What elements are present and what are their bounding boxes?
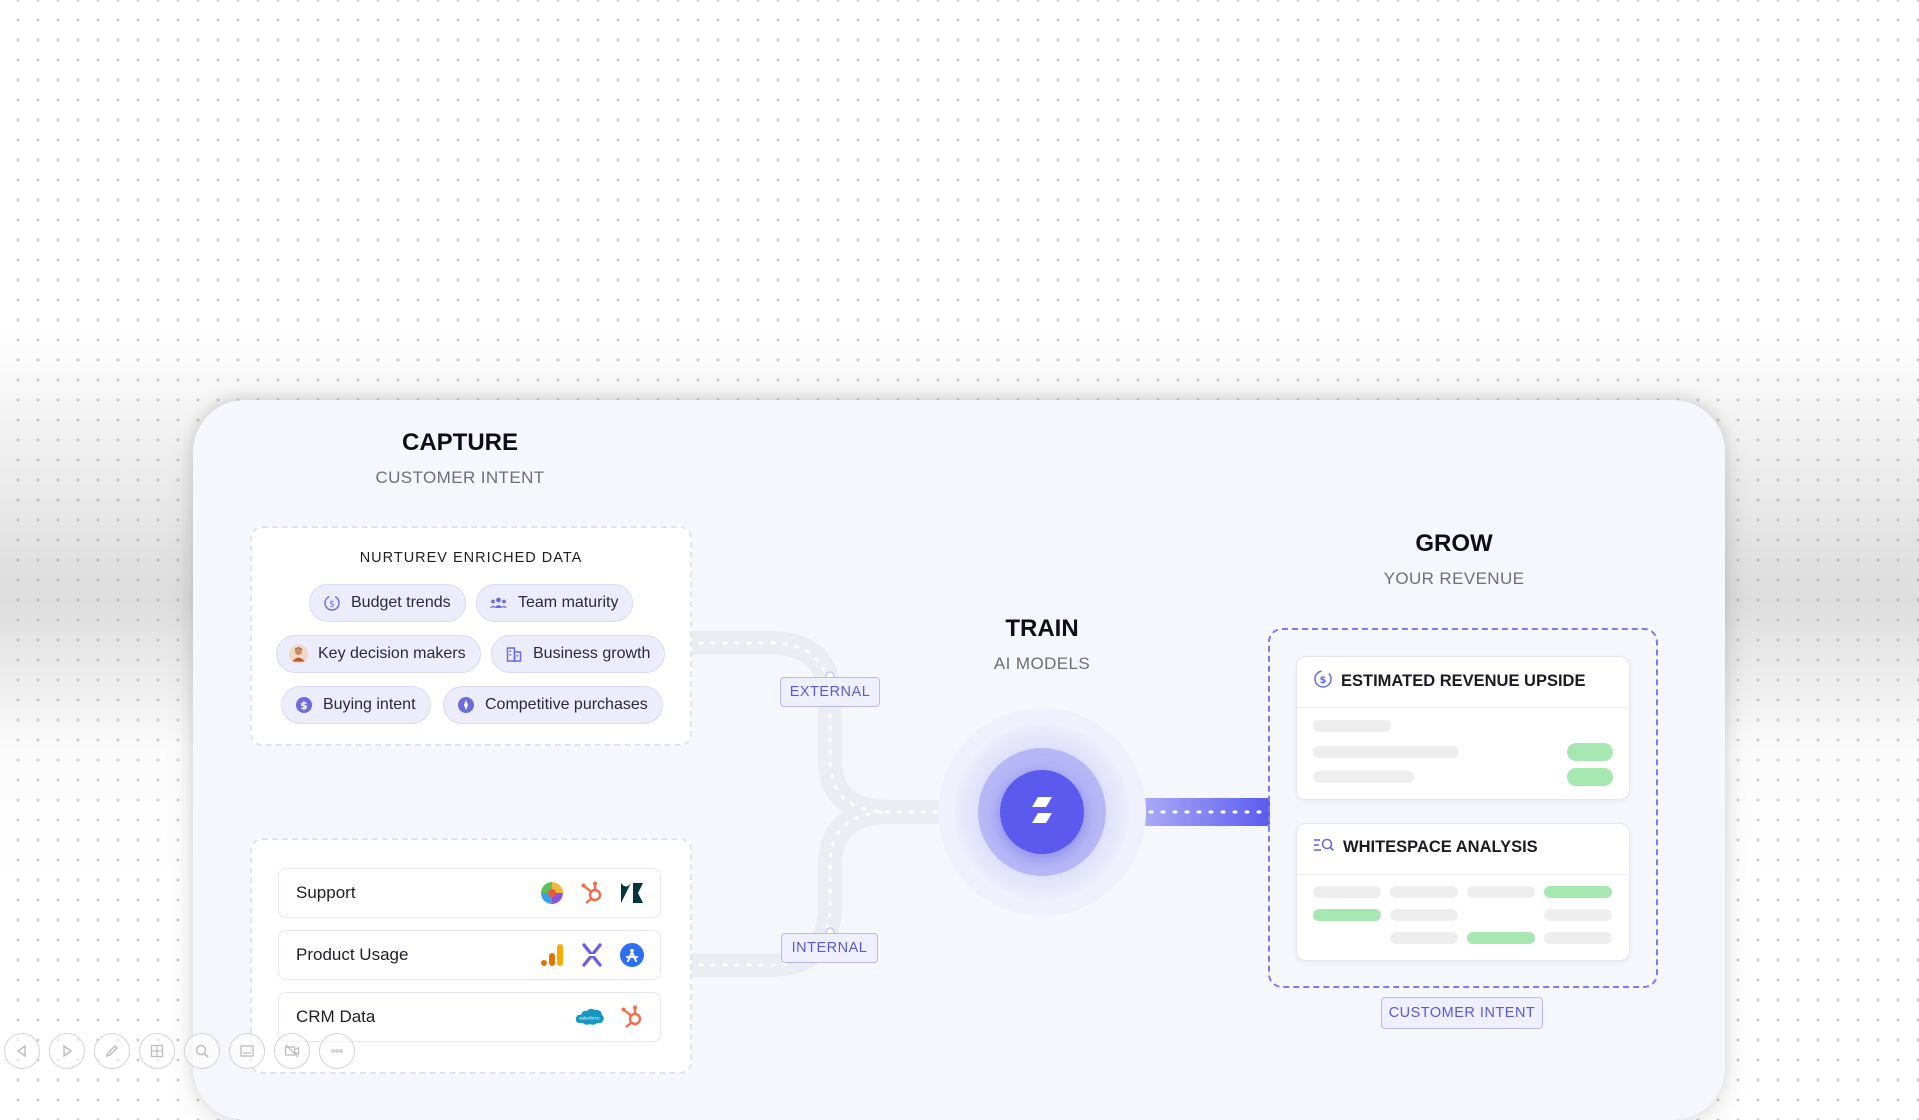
chip-label: Competitive purchases: [485, 696, 648, 713]
dollar-clock-icon: $: [1313, 669, 1333, 694]
grid-icon[interactable]: [139, 1033, 175, 1069]
mixpanel-logo-icon: [578, 941, 606, 974]
enriched-data-title: NURTUREV ENRICHED DATA: [359, 550, 583, 566]
capture-title: CAPTURE: [401, 429, 518, 456]
list-search-icon: [1313, 836, 1335, 859]
capture-subtitle: CUSTOMER INTENT: [375, 468, 545, 487]
chip-competitive-purchases[interactable]: Competitive purchases: [443, 686, 663, 724]
subtitles-icon[interactable]: [229, 1033, 265, 1069]
pen-icon[interactable]: [94, 1033, 130, 1069]
placeholder-bar: [1544, 909, 1612, 921]
external-tag: EXTERNAL: [780, 677, 880, 707]
svg-text:$: $: [300, 699, 308, 712]
placeholder-bar: [1467, 886, 1535, 898]
presentation-toolbar: [4, 1033, 355, 1069]
train-title: TRAIN: [1005, 615, 1079, 642]
train-subtitle: AI MODELS: [993, 654, 1091, 673]
placeholder-bar: [1313, 771, 1414, 783]
upside-bar: [1567, 768, 1613, 786]
whitespace-bar: [1467, 932, 1535, 944]
source-label: Product Usage: [296, 945, 409, 964]
more-icon[interactable]: [319, 1033, 355, 1069]
svg-text:$: $: [329, 600, 335, 610]
chip-label: Business growth: [533, 645, 651, 662]
hubspot-logo-icon: [618, 1003, 646, 1036]
enriched-data-box: NURTUREV ENRICHED DATA $ Budget trends T…: [250, 526, 692, 746]
compass-icon: [456, 696, 475, 715]
dollar-clock-icon: $: [322, 594, 341, 613]
grow-subtitle: YOUR REVENUE: [1383, 569, 1525, 588]
internal-tag: INTERNAL: [781, 933, 878, 963]
chip-business-growth[interactable]: Business growth: [491, 635, 666, 673]
card-title: WHITESPACE ANALYSIS: [1343, 838, 1538, 856]
customer-intent-tag: CUSTOMER INTENT: [1381, 997, 1543, 1029]
next-icon[interactable]: [49, 1033, 85, 1069]
zoom-icon[interactable]: [184, 1033, 220, 1069]
building-icon: [504, 645, 523, 664]
team-icon: [489, 594, 508, 613]
source-row-product-usage[interactable]: Product Usage: [278, 930, 661, 980]
source-label: Support: [296, 883, 356, 902]
google-analytics-logo-icon: [538, 941, 566, 974]
chip-key-decision-makers[interactable]: Key decision makers: [276, 635, 481, 673]
whitespace-bar: [1313, 909, 1381, 921]
salesforce-logo-icon: salesforce: [574, 1003, 606, 1036]
chip-label: Team maturity: [518, 594, 619, 611]
svg-text:salesforce: salesforce: [579, 1016, 600, 1021]
placeholder-bar: [1313, 886, 1381, 898]
placeholder-bar: [1390, 909, 1458, 921]
hubspot-logo-icon: [578, 879, 606, 912]
card-divider: [1297, 707, 1629, 708]
source-row-support[interactable]: Support: [278, 868, 661, 918]
grow-output-box: $ ESTIMATED REVENUE UPSIDE WHITESPACE AN…: [1268, 628, 1658, 988]
ai-model-hub: [1000, 770, 1084, 854]
placeholder-bar: [1544, 932, 1612, 944]
chip-label: Key decision makers: [318, 645, 466, 662]
card-title: ESTIMATED REVENUE UPSIDE: [1341, 672, 1586, 690]
whitespace-bar: [1544, 886, 1612, 898]
nurturev-logo-icon: [1022, 790, 1062, 835]
chip-buying-intent[interactable]: $ Buying intent: [281, 686, 431, 724]
video-off-icon[interactable]: [274, 1033, 310, 1069]
person-avatar-icon: [289, 644, 308, 664]
chip-label: Budget trends: [351, 594, 451, 611]
revenue-upside-card[interactable]: $ ESTIMATED REVENUE UPSIDE: [1296, 656, 1630, 800]
placeholder-bar: [1313, 720, 1391, 732]
upside-bar: [1567, 743, 1613, 761]
placeholder-bar: [1390, 932, 1458, 944]
chip-budget-trends[interactable]: $ Budget trends: [309, 584, 466, 622]
app-store-logo-icon: [618, 941, 646, 974]
svg-text:$: $: [1320, 675, 1327, 686]
prev-icon[interactable]: [4, 1033, 40, 1069]
zendesk-logo-icon: [618, 879, 646, 912]
grow-title: GROW: [1415, 530, 1493, 557]
chip-team-maturity[interactable]: Team maturity: [476, 584, 634, 622]
placeholder-bar: [1390, 886, 1458, 898]
placeholder-bar: [1313, 746, 1459, 758]
dollar-icon: $: [294, 696, 313, 715]
freshdesk-logo-icon: [538, 879, 566, 912]
card-divider: [1297, 874, 1629, 875]
source-label: CRM Data: [296, 1007, 376, 1026]
chip-label: Buying intent: [323, 696, 416, 713]
whitespace-analysis-card[interactable]: WHITESPACE ANALYSIS: [1296, 823, 1630, 961]
